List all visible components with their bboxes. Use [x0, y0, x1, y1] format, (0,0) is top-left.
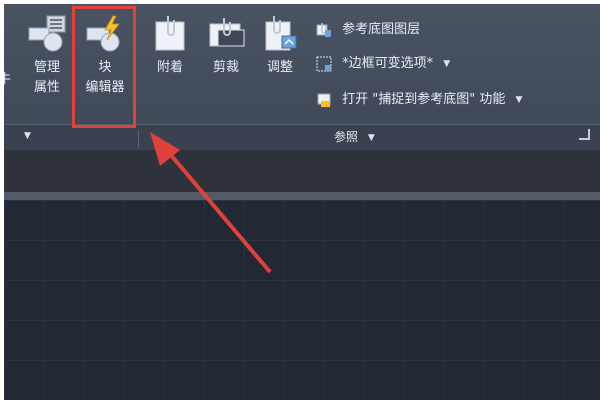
frame-variable-icon — [316, 56, 332, 72]
snap-underlay-icon — [316, 92, 332, 108]
chevron-down-icon[interactable]: ▼ — [368, 133, 375, 143]
block-editor-button[interactable]: 块 编辑器 — [80, 14, 130, 98]
block-editor-label-1: 块 — [98, 60, 112, 75]
underlay-layers-button[interactable]: 参考底图图层 — [316, 18, 420, 38]
manage-attributes-label-1: 管理 — [33, 60, 60, 75]
application-window: 牛 管理 属性 块 编辑器 附着 剪裁 调整 参考底图图层 *边框可变选项* ▼… — [4, 4, 600, 400]
frame-variable-label: *边框可变选项* — [342, 56, 434, 71]
adjust-label: 调整 — [266, 60, 293, 75]
tab-bar-edge — [4, 192, 600, 200]
panel-launcher-icon[interactable] — [579, 129, 590, 140]
attach-label: 附着 — [156, 60, 183, 75]
block-editor-icon — [83, 14, 127, 54]
manage-attributes-button[interactable]: 管理 属性 — [20, 14, 74, 98]
ribbon-edge-fragment: 牛 — [4, 70, 11, 90]
underlay-layers-label: 参考底图图层 — [342, 22, 421, 37]
chevron-down-icon[interactable]: ▼ — [443, 59, 450, 69]
chevron-down-icon[interactable]: ▼ — [24, 131, 31, 141]
ribbon-group-bar — [4, 124, 600, 151]
manage-attributes-label-2: 属性 — [33, 80, 60, 95]
ribbon-edge-fragment-label: 牛 — [4, 72, 12, 87]
drawing-canvas[interactable] — [4, 200, 600, 400]
clip-label: 剪裁 — [212, 60, 239, 75]
attach-icon — [148, 14, 192, 54]
adjust-button[interactable]: 调整 — [258, 14, 302, 78]
reference-group-text: 参照 — [334, 130, 359, 144]
attach-button[interactable]: 附着 — [148, 14, 192, 78]
clip-icon — [204, 14, 248, 54]
adjust-icon — [258, 14, 302, 54]
group-separator — [138, 130, 139, 148]
block-editor-label-2: 编辑器 — [85, 80, 125, 95]
file-tab-bar — [4, 150, 600, 192]
frame-variable-dropdown[interactable]: *边框可变选项* ▼ — [316, 52, 450, 72]
snap-underlay-dropdown[interactable]: 打开 "捕捉到参考底图" 功能 ▼ — [316, 88, 522, 108]
chevron-down-icon[interactable]: ▼ — [516, 95, 523, 105]
clip-button[interactable]: 剪裁 — [204, 14, 248, 78]
manage-attributes-icon — [25, 14, 69, 54]
underlay-layers-icon — [316, 22, 332, 38]
left-group-dropdown[interactable]: ▼ — [14, 128, 31, 142]
snap-underlay-label: 打开 "捕捉到参考底图" 功能 — [342, 92, 506, 107]
reference-group-label[interactable]: 参照 ▼ — [334, 128, 375, 145]
